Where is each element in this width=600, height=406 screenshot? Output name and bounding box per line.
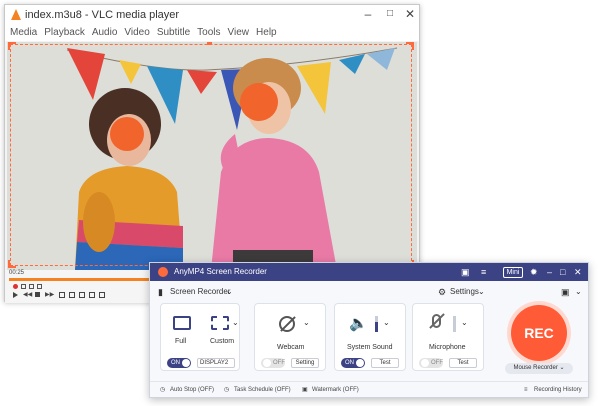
shuffle-icon[interactable] — [99, 292, 105, 298]
speaker-icon[interactable]: 🔈 — [349, 314, 368, 332]
recorder-title-bar: AnyMP4 Screen Recorder ▣ ≡ Mini ✹ – □ ✕ — [150, 263, 588, 281]
mode-dropdown[interactable]: Screen Recorder — [170, 283, 230, 301]
vlc-menu-bar: Media Playback Audio Video Subtitle Tool… — [5, 25, 419, 41]
system-sound-card: 🔈 ⌄ System Sound ON Test — [334, 303, 406, 371]
previous-icon[interactable]: ◀◀ — [23, 292, 32, 298]
full-screen-icon[interactable] — [173, 316, 191, 330]
microphone-card: ⌄ Microphone OFF Test — [412, 303, 484, 371]
recording-history-button[interactable]: Recording History — [534, 385, 582, 395]
custom-label: Custom — [210, 338, 235, 345]
app-logo-icon — [158, 267, 168, 277]
loop-ab-icon[interactable] — [29, 284, 34, 289]
record-icon[interactable] — [13, 284, 18, 289]
rec-button[interactable]: REC — [511, 305, 567, 361]
play-icon[interactable] — [13, 292, 18, 298]
custom-region-icon[interactable] — [211, 316, 229, 330]
capture-region-selection[interactable] — [10, 44, 412, 266]
settings-gear-icon[interactable]: ⚙ — [438, 283, 446, 301]
vlc-title-bar: index.m3u8 - VLC media player – □ ✕ — [5, 5, 419, 25]
selection-corner-bl[interactable] — [8, 260, 16, 268]
menu-media[interactable]: Media — [10, 25, 37, 41]
watermark-icon: ▣ — [302, 387, 308, 393]
close-icon[interactable]: ✕ — [574, 266, 582, 278]
system-sound-chevron-down-icon[interactable]: ⌄ — [383, 318, 390, 327]
microphone-label: Microphone — [429, 344, 466, 351]
menu-help[interactable]: Help — [256, 25, 277, 41]
vlc-window-title: index.m3u8 - VLC media player — [25, 9, 180, 21]
frame-step-icon[interactable] — [37, 284, 42, 289]
mini-mode-button[interactable]: Mini — [503, 267, 523, 278]
task-schedule-alarm-icon: ◷ — [224, 387, 230, 393]
selection-handle-top[interactable] — [207, 42, 212, 45]
full-label: Full — [175, 338, 187, 345]
time-elapsed: 00:25 — [9, 270, 25, 276]
menu-audio[interactable]: Audio — [92, 25, 118, 41]
extended-settings-icon[interactable] — [69, 292, 75, 298]
close-icon[interactable]: ✕ — [403, 7, 417, 21]
task-schedule-button[interactable]: Task Schedule (OFF) — [234, 385, 291, 395]
settings-button[interactable]: Settings — [450, 283, 479, 301]
settings-chevron-down-icon[interactable]: ⌄ — [478, 283, 485, 301]
restore-icon[interactable]: □ — [560, 266, 565, 278]
mode-chevron-down-icon[interactable]: ⌄ — [226, 283, 233, 301]
webcam-card: ⌄ Webcam OFF Setting — [254, 303, 326, 371]
recorder-footer: ◷ Auto Stop (OFF) ◷ Task Schedule (OFF) … — [150, 381, 588, 397]
selection-corner-tr[interactable] — [406, 42, 414, 50]
recorder-toolbar: ▮ Screen Recorder ⌄ ⚙ Settings ⌄ ▣ ⌄ — [150, 283, 588, 301]
display-card: ⌄ Full Custom ON DISPLAY2 — [160, 303, 240, 371]
display-toggle[interactable]: ON — [167, 358, 191, 368]
webcam-label: Webcam — [277, 344, 305, 351]
microphone-toggle[interactable]: OFF — [419, 358, 443, 368]
minimize-icon[interactable]: – — [361, 7, 375, 21]
fullscreen-icon[interactable] — [59, 292, 65, 298]
menu-view[interactable]: View — [228, 25, 250, 41]
webcam-toggle[interactable]: OFF — [261, 358, 285, 368]
video-camera-icon: ▮ — [158, 287, 163, 297]
system-sound-label: System Sound — [347, 344, 393, 351]
system-volume-slider[interactable] — [375, 316, 378, 332]
menu-playback[interactable]: Playback — [44, 25, 85, 41]
screen-recorder-window: AnyMP4 Screen Recorder ▣ ≡ Mini ✹ – □ ✕ … — [149, 262, 589, 398]
menu-subtitle[interactable]: Subtitle — [157, 25, 190, 41]
watermark-button[interactable]: Watermark (OFF) — [312, 385, 359, 395]
mouse-recorder-chevron-down-icon: ⌄ — [559, 365, 565, 371]
selection-corner-tl[interactable] — [8, 42, 16, 50]
chat-icon[interactable]: ▣ — [461, 266, 470, 278]
menu-video[interactable]: Video — [124, 25, 149, 41]
menu-tools[interactable]: Tools — [197, 25, 220, 41]
microphone-chevron-down-icon[interactable]: ⌄ — [461, 318, 468, 327]
loop-icon[interactable] — [89, 292, 95, 298]
system-sound-test-button[interactable]: Test — [371, 358, 399, 368]
system-sound-toggle[interactable]: ON — [341, 358, 365, 368]
playlist-icon[interactable] — [79, 292, 85, 298]
maximize-icon[interactable]: □ — [383, 7, 397, 21]
auto-stop-clock-icon: ◷ — [160, 387, 166, 393]
system-volume-fill — [375, 322, 378, 332]
screenshot-chevron-down-icon[interactable]: ⌄ — [575, 283, 582, 301]
custom-chevron-down-icon[interactable]: ⌄ — [232, 318, 239, 327]
recorder-app-title: AnyMP4 Screen Recorder — [174, 267, 267, 276]
pin-icon[interactable]: ✹ — [530, 266, 538, 278]
stop-icon[interactable] — [35, 292, 40, 297]
vlc-window: index.m3u8 - VLC media player – □ ✕ Medi… — [4, 4, 420, 303]
next-icon[interactable]: ▶▶ — [45, 292, 54, 298]
webcam-chevron-down-icon[interactable]: ⌄ — [303, 318, 310, 327]
webcam-setting-button[interactable]: Setting — [291, 358, 319, 368]
minimize-icon[interactable]: – — [547, 266, 552, 278]
microphone-volume-slider[interactable] — [453, 316, 456, 332]
recording-history-list-icon: ≡ — [524, 387, 528, 393]
display-select[interactable]: DISPLAY2 — [197, 358, 235, 368]
mouse-recorder-dropdown[interactable]: Mouse Recorder ⌄ — [505, 363, 573, 374]
video-frame[interactable] — [7, 42, 417, 270]
vlc-cone-icon — [11, 9, 21, 20]
snapshot-icon[interactable] — [21, 284, 26, 289]
auto-stop-button[interactable]: Auto Stop (OFF) — [170, 385, 214, 395]
microphone-test-button[interactable]: Test — [449, 358, 477, 368]
menu-icon[interactable]: ≡ — [481, 266, 486, 278]
screenshot-camera-icon[interactable]: ▣ — [561, 283, 570, 301]
